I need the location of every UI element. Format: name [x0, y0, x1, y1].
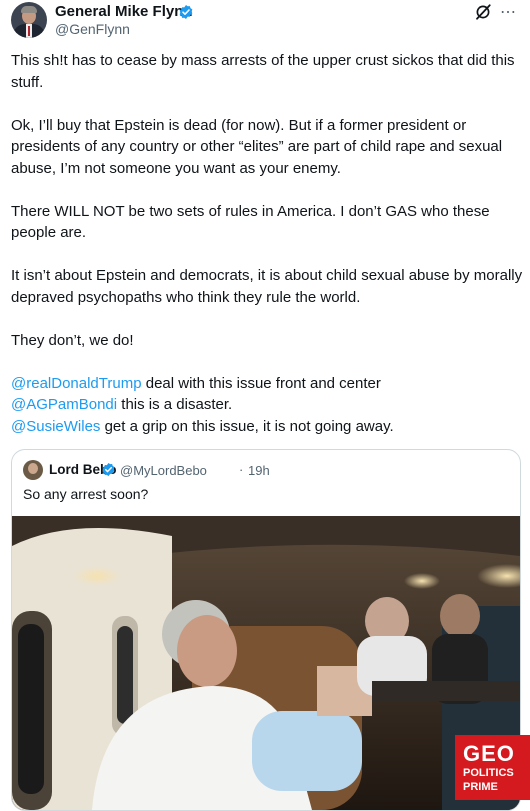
tweet-paragraph: It isn’t about Epstein and democrats, it… [11, 267, 523, 306]
quoted-tweet-card[interactable]: Lord Bebo @MyLordBebo · 19h So any arres… [11, 449, 521, 811]
author-handle[interactable]: @GenFlynn [55, 21, 130, 37]
grok-icon[interactable] [474, 3, 492, 21]
tweet-paragraph: This sh!t has to cease by mass arrests o… [11, 52, 515, 91]
mentions-block: @realDonaldTrump deal with this issue fr… [11, 373, 523, 438]
author-display-name[interactable]: General Mike Flynn [55, 3, 193, 20]
mention-text: deal with this issue front and center [141, 374, 381, 392]
tweet-body: This sh!t has to cease by mass arrests o… [11, 50, 523, 437]
watermark-line-2: POLITICS [463, 767, 514, 779]
quoted-author-avatar[interactable] [23, 460, 43, 480]
quoted-timestamp[interactable]: 19h [248, 463, 270, 478]
mention-text: get a grip on this issue, it is not goin… [100, 417, 394, 435]
watermark-line-3: PRIME [463, 781, 498, 793]
tweet-paragraph: There WILL NOT be two sets of rules in A… [11, 202, 490, 242]
mention-line: @AGPamBondi this is a disaster. [11, 394, 523, 416]
watermark-line-1: GEO [463, 741, 515, 766]
photo-illustration [12, 516, 520, 810]
quoted-author-handle[interactable]: @MyLordBebo [120, 463, 207, 478]
author-avatar[interactable] [11, 2, 47, 38]
quoted-media-photo[interactable] [12, 516, 520, 810]
mention-link-agpambondi[interactable]: @AGPamBondi [11, 396, 117, 413]
tweet-paragraph: Ok, I’ll buy that Epstein is dead (for n… [11, 116, 503, 177]
mention-link-realdonaldtrump[interactable]: @realDonaldTrump [11, 375, 142, 392]
more-options-icon[interactable]: ⋯ [500, 2, 517, 22]
mention-line: @SusieWiles get a grip on this issue, it… [11, 416, 523, 438]
mention-link-susiewiles[interactable]: @SusieWiles [11, 418, 100, 435]
watermark-logo: GEO POLITICS PRIME [455, 735, 530, 800]
tweet-header: General Mike Flynn @GenFlynn ⋯ [0, 0, 530, 48]
mention-line: @realDonaldTrump deal with this issue fr… [11, 373, 523, 395]
verified-badge-icon [179, 5, 193, 19]
separator-dot: · [239, 462, 244, 477]
tweet-paragraph: They don’t, we do! [11, 331, 134, 349]
quoted-tweet-text: So any arrest soon? [23, 486, 149, 502]
verified-badge-icon [102, 462, 115, 477]
mention-text: this is a disaster. [117, 396, 233, 413]
